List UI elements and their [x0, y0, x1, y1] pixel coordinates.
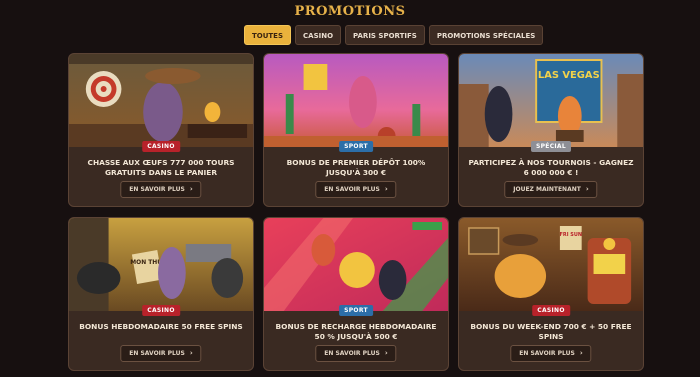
chevron-right-icon: ›: [189, 349, 193, 357]
button-label: EN SAVOIR PLUS: [129, 350, 185, 357]
promo-image: [69, 54, 253, 147]
tab-special-promotions[interactable]: PROMOTIONS SPÉCIALES: [428, 25, 544, 45]
learn-more-button[interactable]: EN SAVOIR PLUS ›: [315, 345, 397, 362]
promo-card-first-deposit[interactable]: SPORT BONUS DE PREMIER DÉPÔT 100% JUSQU'…: [263, 53, 449, 207]
chevron-right-icon: ›: [384, 349, 388, 357]
chevron-right-icon: ›: [189, 185, 193, 193]
promo-title: CHASSE AUX ŒUFS 777 000 TOURS GRATUITS D…: [87, 158, 235, 177]
promo-image: MON THU: [69, 218, 253, 311]
learn-more-button[interactable]: EN SAVOIR PLUS ›: [120, 181, 202, 198]
promo-title: BONUS DE RECHARGE HEBDOMADAIRE 50 % JUSQ…: [275, 322, 437, 341]
button-label: EN SAVOIR PLUS: [129, 186, 185, 193]
tab-casino[interactable]: CASINO: [295, 25, 342, 45]
promo-image: [264, 218, 448, 311]
promo-card-weekend-bonus[interactable]: FRI SUN CASINO BONUS DU WEEK-END 700 € +…: [458, 217, 644, 371]
chevron-right-icon: ›: [579, 349, 583, 357]
page-title: PROMOTIONS: [294, 4, 406, 19]
promo-image: LAS VEGAS: [459, 54, 643, 147]
promo-card-reload-bonus[interactable]: SPORT BONUS DE RECHARGE HEBDOMADAIRE 50 …: [263, 217, 449, 371]
chevron-right-icon: ›: [585, 185, 589, 193]
play-now-button[interactable]: JOUEZ MAINTENANT ›: [504, 181, 598, 198]
promo-title: BONUS DU WEEK-END 700 € + 50 FREE SPINS: [470, 322, 632, 341]
filter-tabs: TOUTES CASINO PARIS SPORTIFS PROMOTIONS …: [244, 25, 544, 45]
fri-sun-sign: FRI SUN: [560, 232, 582, 238]
chevron-right-icon: ›: [384, 185, 388, 193]
promo-card-easter-hunt[interactable]: CASINO CHASSE AUX ŒUFS 777 000 TOURS GRA…: [68, 53, 254, 207]
button-label: EN SAVOIR PLUS: [324, 186, 380, 193]
promo-card-weekly-bonus[interactable]: MON THU CASINO BONUS HEBDOMADAIRE 50 FRE…: [68, 217, 254, 371]
promo-title: PARTICIPEZ À NOS TOURNOIS - GAGNEZ 6 000…: [468, 158, 634, 177]
promo-title: BONUS DE PREMIER DÉPÔT 100% JUSQU'À 300 …: [286, 158, 426, 177]
learn-more-button[interactable]: EN SAVOIR PLUS ›: [510, 345, 592, 362]
promo-image: FRI SUN: [459, 218, 643, 311]
promo-card-tournaments[interactable]: LAS VEGAS SPÉCIAL PARTICIPEZ À NOS TOURN…: [458, 53, 644, 207]
mon-thu-sign: MON THU: [130, 259, 162, 266]
button-label: EN SAVOIR PLUS: [519, 350, 575, 357]
learn-more-button[interactable]: EN SAVOIR PLUS ›: [120, 345, 202, 362]
button-label: JOUEZ MAINTENANT: [513, 186, 581, 193]
category-badge: SPORT: [339, 141, 373, 152]
tab-sports-betting[interactable]: PARIS SPORTIFS: [345, 25, 425, 45]
promo-title: BONUS HEBDOMADAIRE 50 FREE SPINS: [79, 322, 243, 331]
category-badge: SPORT: [339, 305, 373, 316]
category-badge: CASINO: [532, 305, 570, 316]
promo-image: [264, 54, 448, 147]
vegas-sign: LAS VEGAS: [538, 70, 600, 81]
category-badge: CASINO: [142, 141, 180, 152]
category-badge: SPÉCIAL: [530, 141, 572, 152]
tab-all[interactable]: TOUTES: [244, 25, 292, 45]
button-label: EN SAVOIR PLUS: [324, 350, 380, 357]
category-badge: CASINO: [142, 305, 180, 316]
learn-more-button[interactable]: EN SAVOIR PLUS ›: [315, 181, 397, 198]
